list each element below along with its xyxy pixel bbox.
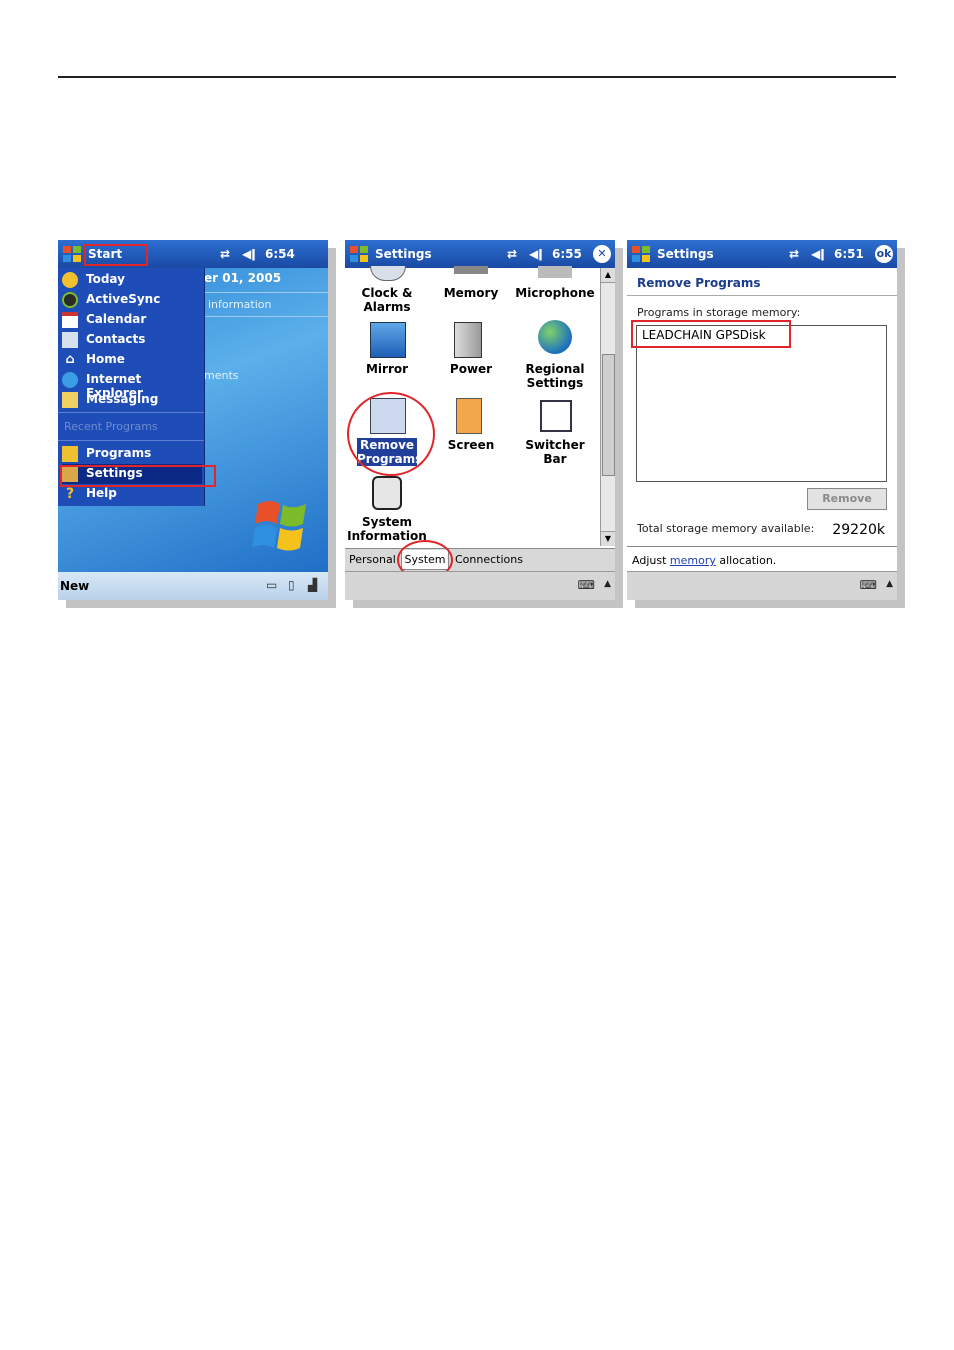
microphone-item[interactable]: Microphone bbox=[513, 286, 597, 300]
windows-logo-icon[interactable] bbox=[630, 244, 652, 264]
screenshot-start-menu: er 01, 2005 information ments Start ⇄ ◀ǀ… bbox=[58, 240, 328, 600]
system-info-icon bbox=[372, 476, 402, 510]
battery-icon[interactable]: ▯ bbox=[288, 578, 295, 592]
screen-item[interactable]: Screen bbox=[429, 438, 513, 452]
clock-time[interactable]: 6:54 bbox=[265, 247, 295, 261]
activesync-icon bbox=[62, 292, 78, 308]
calendar-icon bbox=[62, 312, 78, 328]
settings-title: Settings bbox=[657, 247, 714, 261]
title-bar: Settings ⇄ ◀ǀ 6:55 ✕ bbox=[345, 240, 615, 268]
remove-button[interactable]: Remove bbox=[807, 488, 887, 510]
regional-settings-item[interactable]: Regional Settings bbox=[513, 362, 597, 390]
volume-icon[interactable]: ◀ǀ bbox=[242, 247, 256, 261]
volume-icon[interactable]: ◀ǀ bbox=[811, 247, 825, 261]
switcher-bar-item[interactable]: Switcher Bar bbox=[513, 438, 597, 466]
header-rule bbox=[58, 76, 896, 78]
programs-folder-icon bbox=[62, 446, 78, 462]
command-bar: ⌨ ▲ bbox=[627, 571, 897, 600]
clock-icon bbox=[370, 266, 406, 281]
menu-item-today[interactable]: Today bbox=[62, 270, 202, 290]
menu-item-programs[interactable]: Programs bbox=[62, 444, 202, 464]
connectivity-icon[interactable]: ⇄ bbox=[789, 247, 799, 261]
mirror-item[interactable]: Mirror bbox=[345, 362, 429, 376]
program-highlight bbox=[631, 320, 791, 348]
ok-button[interactable]: ok bbox=[875, 245, 893, 263]
switcher-bar-icon bbox=[540, 400, 572, 432]
power-item[interactable]: Power bbox=[429, 362, 513, 376]
memory-item[interactable]: Memory bbox=[429, 286, 513, 300]
memory-icon bbox=[454, 266, 488, 274]
remove-programs-highlight bbox=[347, 392, 435, 476]
title-bar: Settings ⇄ ◀ǀ 6:51 ok bbox=[627, 240, 897, 268]
today-icon bbox=[62, 272, 78, 288]
settings-title: Settings bbox=[375, 247, 432, 261]
tab-personal[interactable]: Personal bbox=[349, 550, 396, 570]
screenshot-remove-programs: Settings ⇄ ◀ǀ 6:51 ok Remove Programs Pr… bbox=[627, 240, 897, 600]
command-bar: ⌨ ▲ bbox=[345, 571, 615, 600]
network-icon[interactable]: ▭ bbox=[266, 578, 277, 592]
globe-icon bbox=[538, 320, 572, 354]
total-memory-value: 29220k bbox=[832, 522, 885, 538]
input-arrow-icon[interactable]: ▲ bbox=[886, 579, 893, 589]
programs-list-label: Programs in storage memory: bbox=[637, 306, 801, 319]
messaging-icon bbox=[62, 392, 78, 408]
keyboard-icon[interactable]: ⌨ bbox=[578, 578, 595, 592]
mirror-icon bbox=[370, 322, 406, 358]
scrollbar[interactable]: ▲ ▼ bbox=[600, 268, 615, 546]
system-information-item[interactable]: System Information bbox=[345, 515, 429, 543]
menu-item-activesync[interactable]: ActiveSync bbox=[62, 290, 202, 310]
date-text: er 01, 2005 bbox=[204, 271, 282, 285]
page-heading: Remove Programs bbox=[637, 276, 761, 290]
total-memory-label: Total storage memory available: bbox=[637, 522, 815, 535]
internet-explorer-icon bbox=[62, 372, 78, 388]
appointments-text: ments bbox=[204, 369, 239, 382]
signal-icon[interactable]: ▟ bbox=[308, 578, 317, 592]
adjust-memory-text: Adjust memory allocation. bbox=[632, 554, 777, 567]
connectivity-icon[interactable]: ⇄ bbox=[220, 247, 230, 261]
contacts-icon bbox=[62, 332, 78, 348]
command-bar: New ▭ ▯ ▟ bbox=[58, 572, 328, 600]
menu-item-calendar[interactable]: Calendar bbox=[62, 310, 202, 330]
microphone-icon bbox=[538, 266, 572, 278]
home-icon: ⌂ bbox=[65, 352, 75, 367]
menu-item-home[interactable]: ⌂ Home bbox=[62, 350, 202, 370]
tab-connections[interactable]: Connections bbox=[455, 550, 523, 570]
new-button[interactable]: New bbox=[60, 579, 89, 593]
menu-item-messaging[interactable]: Messaging bbox=[62, 390, 202, 410]
keyboard-icon[interactable]: ⌨ bbox=[860, 578, 877, 592]
close-icon[interactable]: ✕ bbox=[593, 245, 611, 263]
settings-highlight bbox=[60, 465, 216, 487]
windows-logo-icon[interactable] bbox=[61, 244, 83, 264]
clock-time[interactable]: 6:51 bbox=[834, 247, 864, 261]
menu-item-contacts[interactable]: Contacts bbox=[62, 330, 202, 350]
programs-list[interactable]: LEADCHAIN GPSDisk bbox=[636, 325, 887, 482]
power-icon bbox=[454, 322, 482, 358]
help-icon: ? bbox=[65, 486, 75, 502]
start-highlight bbox=[84, 244, 148, 266]
clock-time[interactable]: 6:55 bbox=[552, 247, 582, 261]
clock-alarms-item[interactable]: Clock & Alarms bbox=[345, 286, 429, 314]
memory-link[interactable]: memory bbox=[670, 554, 716, 567]
screen-icon bbox=[456, 398, 482, 434]
menu-item-help[interactable]: ? Help bbox=[62, 484, 202, 504]
windows-flag-icon bbox=[252, 501, 306, 551]
volume-icon[interactable]: ◀ǀ bbox=[529, 247, 543, 261]
connectivity-icon[interactable]: ⇄ bbox=[507, 247, 517, 261]
windows-logo-icon[interactable] bbox=[348, 244, 370, 264]
screenshot-settings-system: Settings ⇄ ◀ǀ 6:55 ✕ Clock & Alarms Memor… bbox=[345, 240, 615, 600]
recent-programs-label: Recent Programs bbox=[64, 420, 158, 433]
input-arrow-icon[interactable]: ▲ bbox=[604, 579, 611, 589]
scroll-up-icon[interactable]: ▲ bbox=[601, 268, 615, 283]
scroll-down-icon[interactable]: ▼ bbox=[601, 531, 615, 546]
menu-item-internet-explorer[interactable]: Internet Explorer bbox=[62, 370, 202, 400]
scroll-thumb[interactable] bbox=[602, 354, 615, 476]
owner-info-text: information bbox=[208, 298, 272, 311]
